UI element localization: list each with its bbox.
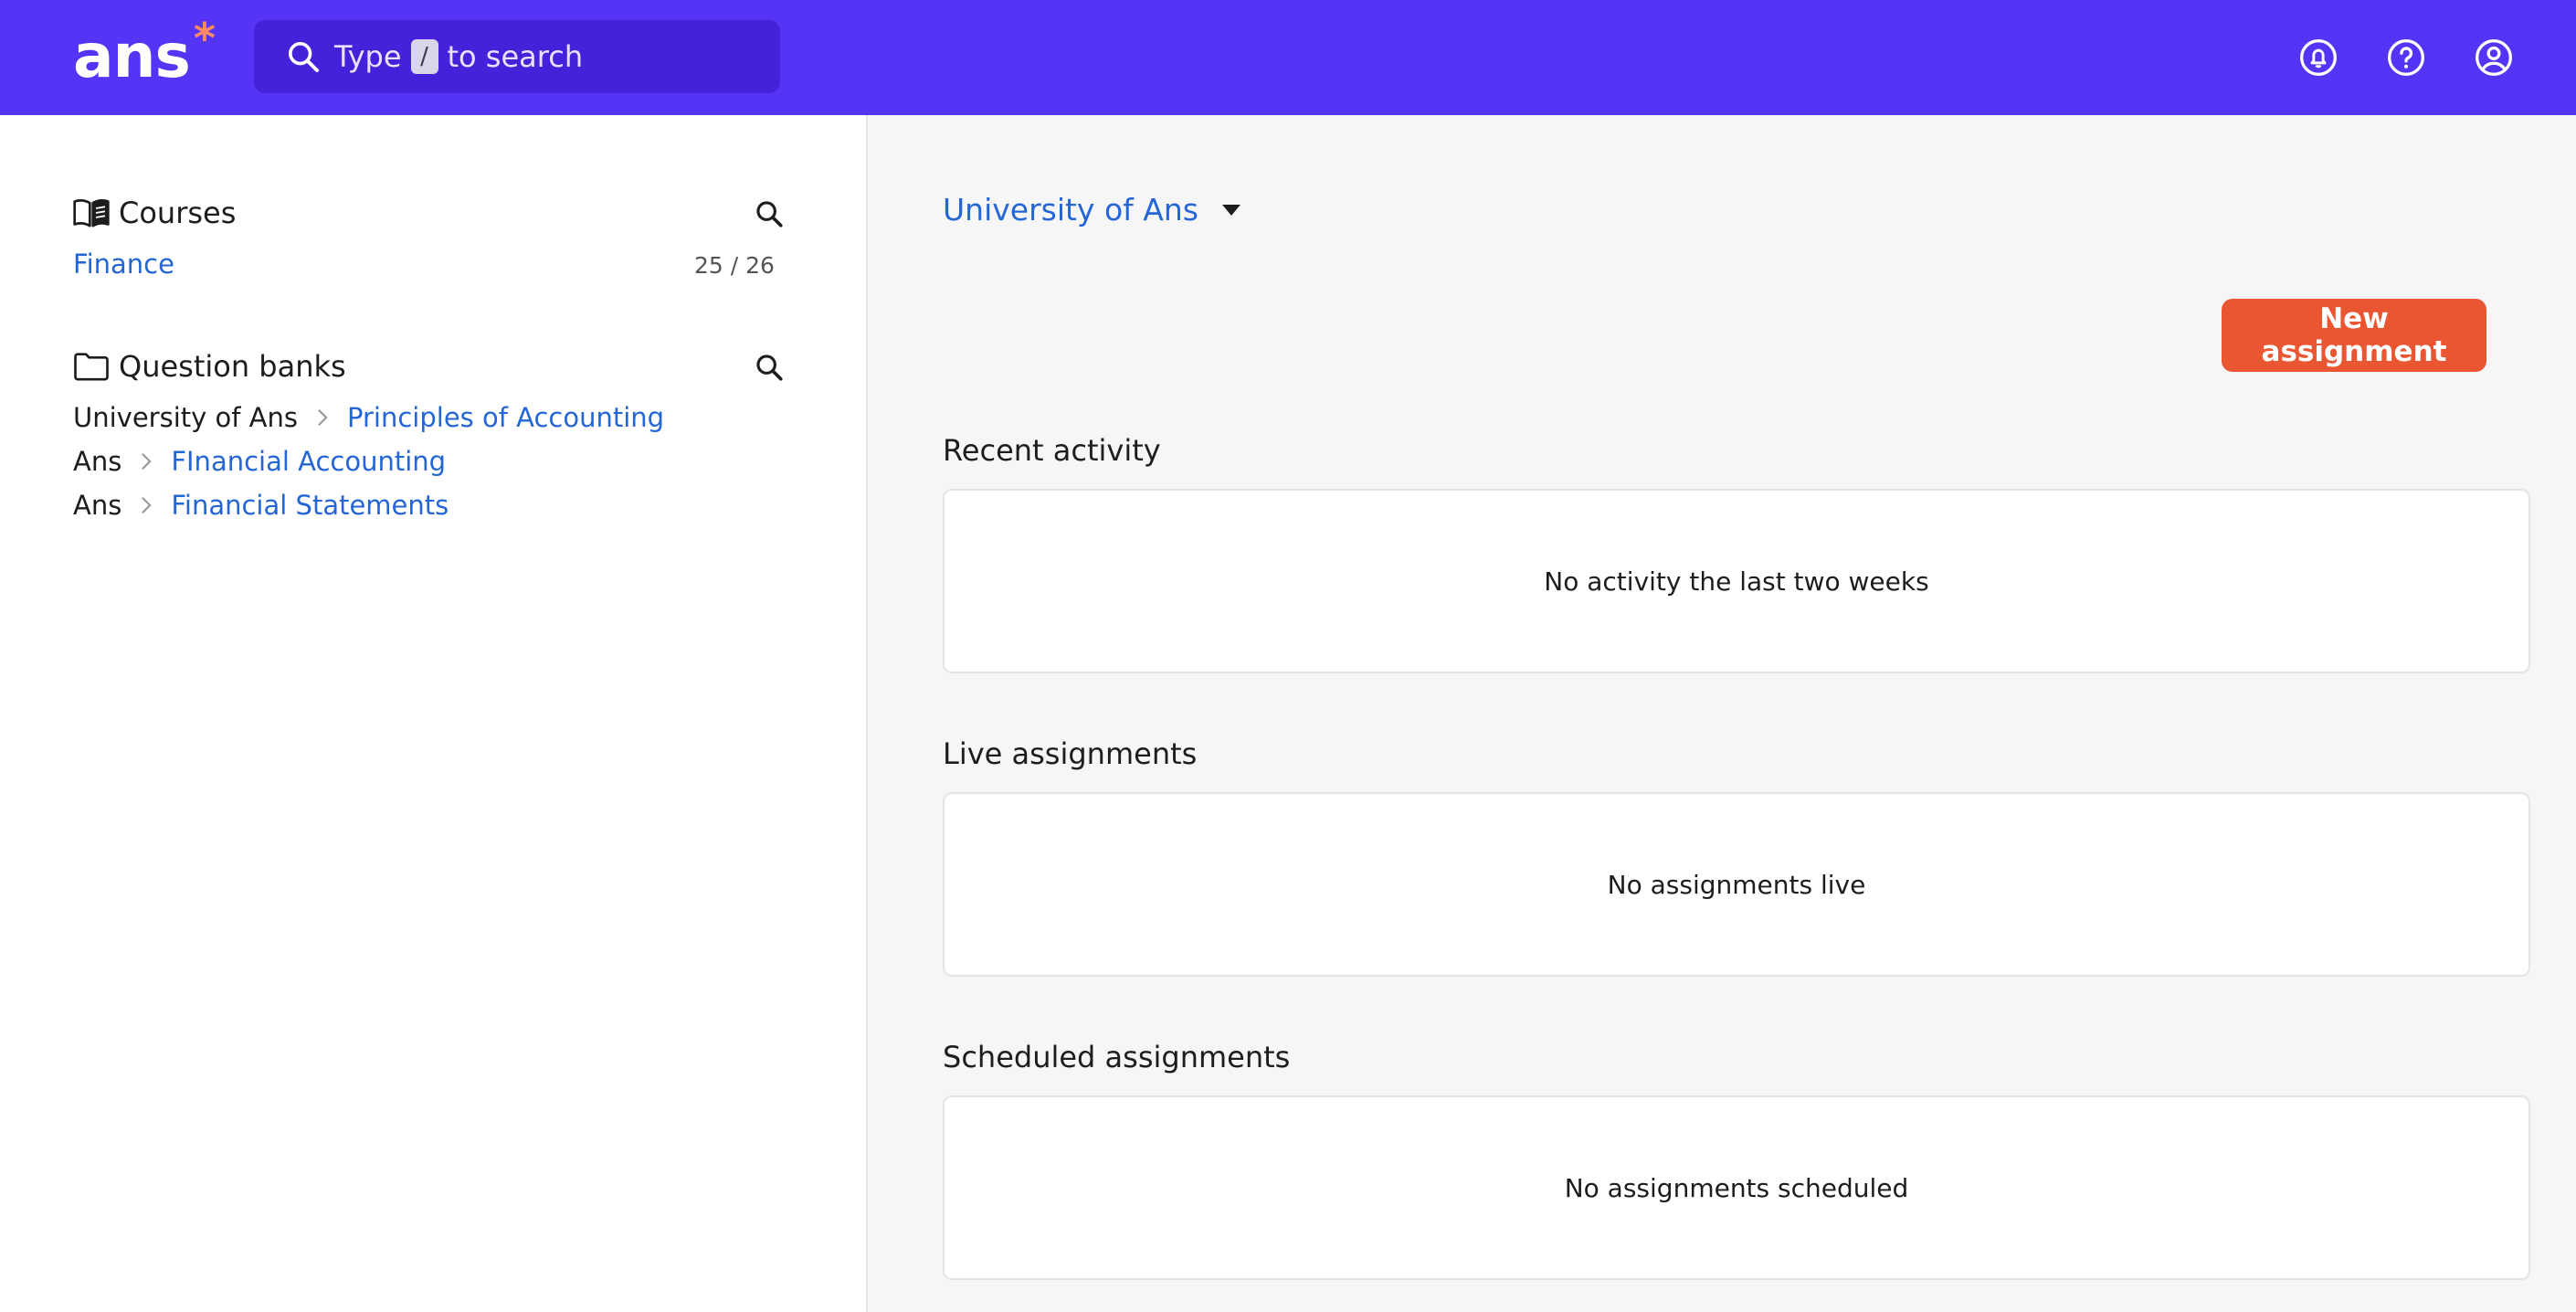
live-assignments-title: Live assignments	[943, 736, 1198, 771]
courses-title: Courses	[119, 196, 237, 230]
caret-down-icon	[1221, 204, 1240, 216]
question-bank-item: Ans FInancial Accounting	[73, 443, 446, 480]
book-icon	[73, 199, 110, 227]
recent-activity-panel: No activity the last two weeks	[943, 489, 2530, 673]
course-item[interactable]: Finance	[73, 246, 174, 282]
question-banks-title: Question banks	[119, 349, 346, 384]
question-banks-search-button[interactable]	[751, 349, 787, 386]
chevron-right-icon	[138, 495, 154, 515]
chevron-right-icon	[138, 451, 154, 471]
question-bank-item: University of Ans Principles of Accounti…	[73, 399, 664, 436]
search-icon	[756, 354, 783, 381]
scheduled-assignments-empty-text: No assignments scheduled	[1564, 1172, 1909, 1203]
organization-name: University of Ans	[943, 192, 1198, 227]
main-content: University of Ans New assignment Recent …	[870, 115, 2576, 1312]
top-bar: ans * Type / to search	[0, 0, 2576, 115]
courses-heading: Courses	[73, 196, 236, 230]
scheduled-assignments-panel: No assignments scheduled	[943, 1095, 2530, 1280]
question-bank-parent: University of Ans	[73, 402, 299, 433]
courses-search-button[interactable]	[751, 196, 787, 232]
course-progress-count: 25 / 26	[694, 252, 775, 279]
question-bank-link[interactable]: Financial Statements	[171, 490, 449, 521]
recent-activity-title: Recent activity	[943, 433, 1161, 468]
scheduled-assignments-title: Scheduled assignments	[943, 1040, 1291, 1074]
sidebar: Courses Finance 25 / 26 Question banks U…	[0, 115, 868, 1312]
help-button[interactable]	[2384, 36, 2428, 79]
help-icon	[2388, 39, 2424, 76]
account-button[interactable]	[2472, 36, 2516, 79]
account-icon	[2476, 39, 2512, 76]
logo-text: ans	[73, 21, 191, 91]
organization-selector[interactable]: University of Ans	[943, 192, 1240, 227]
logo-asterisk: *	[193, 14, 216, 63]
search-icon	[756, 201, 783, 227]
question-bank-link[interactable]: Principles of Accounting	[347, 402, 664, 433]
question-bank-link[interactable]: FInancial Accounting	[171, 446, 446, 477]
global-search[interactable]: Type / to search	[254, 20, 780, 93]
search-placeholder-prefix: Type	[334, 39, 402, 74]
notifications-button[interactable]	[2296, 36, 2340, 79]
search-shortcut-key: /	[410, 39, 438, 74]
chevron-right-icon	[314, 407, 331, 428]
new-assignment-button[interactable]: New assignment	[2222, 299, 2486, 372]
question-bank-parent: Ans	[73, 446, 122, 477]
folder-icon	[74, 353, 109, 381]
question-banks-heading: Question banks	[73, 349, 346, 384]
search-icon	[289, 42, 319, 72]
question-bank-item: Ans Financial Statements	[73, 487, 449, 524]
question-bank-parent: Ans	[73, 490, 122, 521]
course-link[interactable]: Finance	[73, 249, 174, 280]
live-assignments-empty-text: No assignments live	[1607, 869, 1866, 900]
app-logo[interactable]: ans *	[73, 14, 216, 93]
search-placeholder-suffix: to search	[447, 39, 584, 74]
notifications-icon	[2300, 39, 2337, 76]
live-assignments-panel: No assignments live	[943, 792, 2530, 977]
recent-activity-empty-text: No activity the last two weeks	[1544, 566, 1929, 597]
